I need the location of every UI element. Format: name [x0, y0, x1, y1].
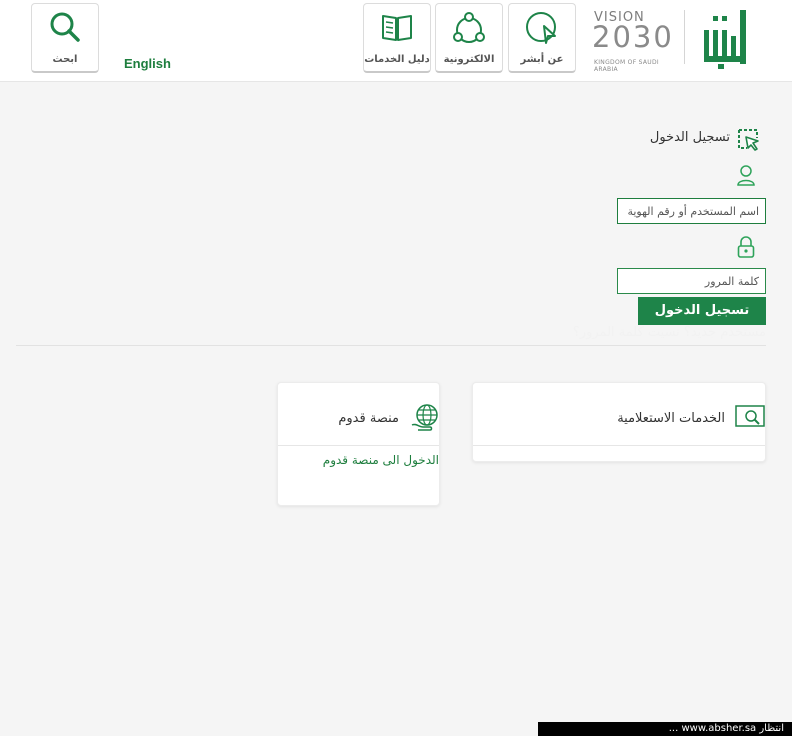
- login-button[interactable]: تسجيل الدخول: [638, 297, 766, 325]
- qudoom-login-link[interactable]: الدخول الى منصة قدوم: [323, 453, 439, 467]
- network-icon: [453, 12, 485, 43]
- eservices-label: الالكترونية: [443, 54, 495, 65]
- register-forgot-link[interactable]: مستخدم جديد؟ نسيت كلمة المرور؟: [573, 325, 766, 340]
- globe-hand-icon: [411, 404, 438, 431]
- password-input[interactable]: كلمة المرور: [617, 268, 766, 294]
- qudoom-platform-title: منصة قدوم: [338, 411, 399, 426]
- vision-year: 2030: [592, 20, 674, 54]
- logo-divider: [684, 10, 685, 64]
- services-guide-label: دليل الخدمات: [364, 54, 430, 65]
- card-header: الخدمات الاستعلامية: [473, 383, 765, 446]
- vision-subtitle: KINGDOM OF SAUDI ARABIA: [594, 59, 659, 73]
- absher-logo[interactable]: [700, 6, 748, 70]
- login-section: تسجيل الدخول اسم المستخدم أو رقم الهوية …: [16, 120, 766, 346]
- eservices-button[interactable]: الالكترونية: [435, 3, 503, 73]
- lock-icon: [737, 236, 755, 258]
- about-absher-label: عن أبشر: [520, 54, 564, 65]
- search-label: ابحث: [52, 54, 78, 65]
- book-icon: [382, 15, 412, 41]
- search-button[interactable]: ابحث: [31, 3, 99, 73]
- qudoom-platform-card[interactable]: منصة قدوم الدخول الى منصة قدوم: [277, 382, 440, 506]
- search-screen-icon: [735, 405, 765, 427]
- inquiry-services-card[interactable]: الخدمات الاستعلامية: [472, 382, 766, 462]
- inquiry-services-title: الخدمات الاستعلامية: [617, 411, 725, 426]
- search-icon: [50, 12, 80, 42]
- browser-status-bar: انتظار www.absher.sa ...: [538, 722, 792, 736]
- pointer-select-icon: [738, 129, 759, 151]
- username-input[interactable]: اسم المستخدم أو رقم الهوية: [617, 198, 766, 224]
- about-absher-button[interactable]: عن أبشر: [508, 3, 576, 73]
- card-header: منصة قدوم: [278, 383, 439, 446]
- login-title: تسجيل الدخول: [649, 130, 730, 145]
- user-icon: [737, 165, 755, 186]
- about-icon: [526, 12, 556, 44]
- english-language-link[interactable]: English: [124, 56, 171, 71]
- vision-2030-logo: VISION 2030 KINGDOM OF SAUDI ARABIA: [590, 8, 680, 73]
- site-header: VISION 2030 KINGDOM OF SAUDI ARABIA عن أ…: [0, 0, 792, 82]
- services-guide-button[interactable]: دليل الخدمات: [363, 3, 431, 73]
